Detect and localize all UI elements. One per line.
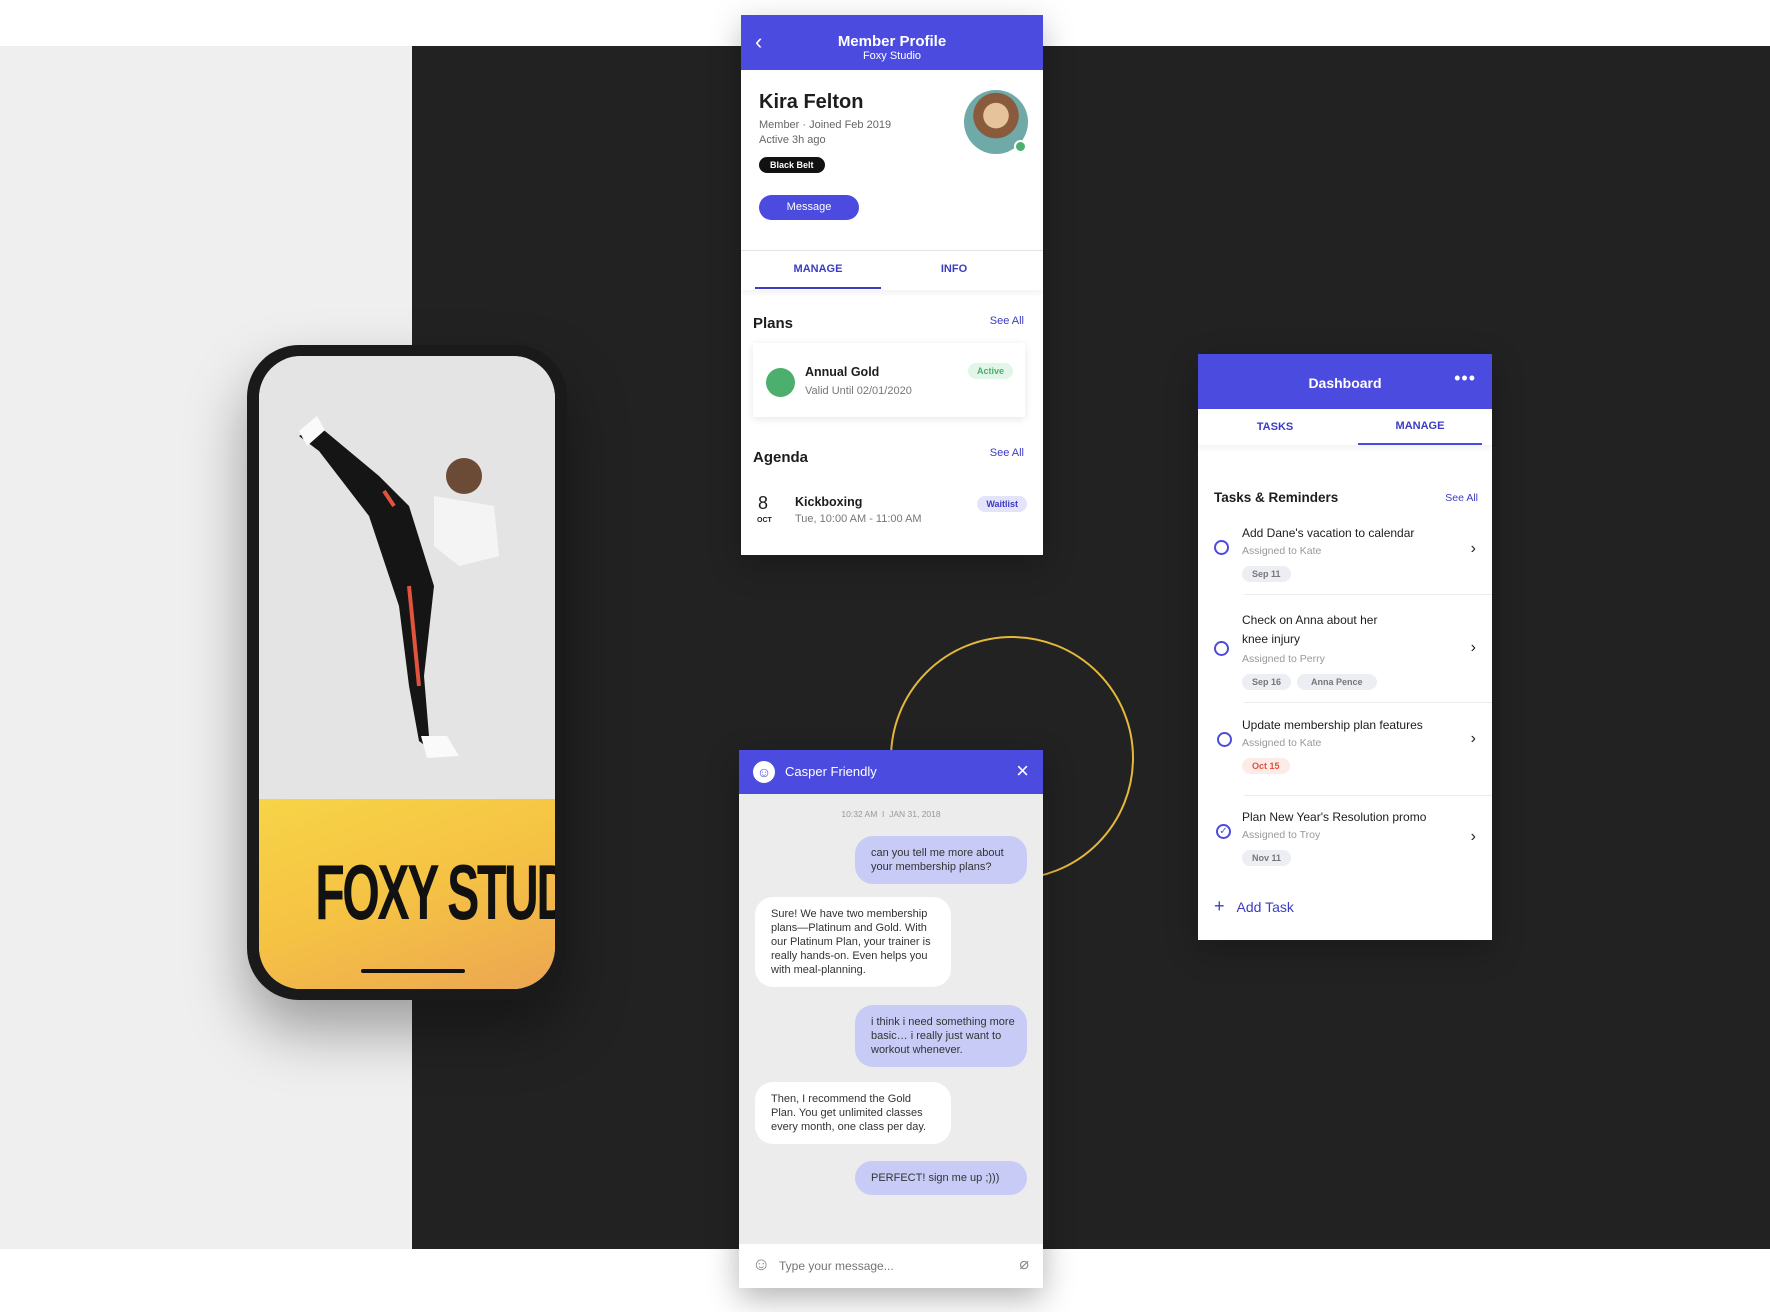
divider (1244, 702, 1492, 703)
emoji-icon[interactable]: ☺ (752, 1254, 770, 1275)
task-title: Check on Anna about her knee injury (1242, 613, 1378, 646)
tab-manage[interactable]: MANAGE (1358, 409, 1482, 445)
agenda-status-badge: Waitlist (977, 496, 1027, 512)
message-outgoing: PERFECT! sign me up ;))) (855, 1161, 1027, 1195)
plans-heading: Plans (753, 315, 794, 332)
overdue-date-tag: Oct 15 (1242, 758, 1290, 774)
task-assignee: Assigned to Kate (1242, 737, 1322, 749)
person-tag: Anna Pence (1297, 674, 1377, 690)
more-icon[interactable]: ••• (1454, 368, 1476, 389)
message-incoming: Then, I recommend the Gold Plan. You get… (755, 1082, 951, 1144)
task-tags: Sep 16 Anna Pence (1242, 672, 1383, 690)
chat-timestamp: 10:32 AM I JAN 31, 2018 (841, 809, 941, 819)
task-assignee: Assigned to Perry (1242, 653, 1325, 665)
back-icon[interactable]: ‹ (755, 29, 762, 55)
message-outgoing: i think i need something more basic… i r… (855, 1005, 1027, 1067)
foxy-studio-logo: FOXY STUDIO (315, 848, 555, 936)
plan-name: Annual Gold (805, 365, 880, 379)
agenda-heading: Agenda (753, 449, 809, 466)
agenda-see-all[interactable]: See All (990, 447, 1024, 459)
task-assignee: Assigned to Kate (1242, 545, 1322, 557)
chat-contact-name: Casper Friendly (785, 764, 877, 779)
task-checked-icon[interactable]: ✓ (1216, 824, 1231, 839)
task-checkbox[interactable] (1217, 732, 1232, 747)
task-checkbox[interactable] (1214, 540, 1229, 555)
online-status-dot (1014, 140, 1027, 153)
kickboxer-photo (259, 356, 555, 799)
divider (1244, 594, 1492, 595)
message-incoming: Sure! We have two membership plans—Plati… (755, 897, 951, 987)
task-assignee: Assigned to Troy (1242, 829, 1321, 841)
brand-panel: FOXY STUDIO (259, 799, 555, 989)
agenda-time: Tue, 10:00 AM - 11:00 AM (795, 513, 922, 525)
agenda-month: OCT (757, 517, 772, 524)
member-meta: Member · Joined Feb 2019 (759, 119, 892, 131)
background-dark (412, 46, 1770, 1249)
chevron-right-icon: › (1470, 540, 1476, 557)
agenda-day: 8 (758, 493, 769, 513)
phone-screen: FOXY STUDIO (259, 356, 555, 989)
plans-see-all[interactable]: See All (990, 315, 1024, 327)
dashboard-tabs: TASKS MANAGE (1198, 409, 1492, 445)
plan-icon (766, 368, 795, 397)
member-profile-card: ‹ Member Profile Foxy Studio Kira Felton… (741, 15, 1043, 555)
belt-badge: Black Belt (759, 157, 825, 173)
chevron-right-icon: › (1470, 828, 1476, 845)
chevron-right-icon: › (1470, 639, 1476, 656)
header-subtitle: Foxy Studio (862, 50, 922, 62)
dashboard-header: Dashboard ••• (1198, 354, 1492, 409)
attachment-icon[interactable]: ⌀ (1019, 1254, 1029, 1274)
home-indicator (361, 969, 465, 973)
task-tags: Nov 11 (1242, 848, 1297, 866)
plan-card[interactable]: Annual Gold Valid Until 02/01/2020 Activ… (753, 343, 1025, 417)
add-task-label: Add Task (1236, 899, 1294, 915)
task-checkbox[interactable] (1214, 641, 1229, 656)
task-title: Update membership plan features (1242, 718, 1423, 732)
tasks-heading: Tasks & Reminders (1214, 490, 1339, 505)
task-title: Add Dane's vacation to calendar (1242, 526, 1415, 540)
date-tag: Sep 11 (1242, 566, 1291, 582)
chevron-right-icon: › (1470, 730, 1476, 747)
tasks-see-all[interactable]: See All (1445, 492, 1478, 504)
tab-manage[interactable]: MANAGE (755, 251, 881, 289)
profile-header: ‹ Member Profile Foxy Studio (741, 15, 1043, 70)
chat-input-bar: ☺ ⌀ (739, 1244, 1043, 1288)
add-task-button[interactable]: + Add Task (1214, 896, 1294, 917)
task-title: Plan New Year's Resolution promo (1242, 810, 1427, 824)
date-tag: Nov 11 (1242, 850, 1292, 866)
agenda-event[interactable]: Kickboxing (795, 495, 862, 509)
member-active: Active 3h ago (759, 134, 826, 146)
chat-header: ☺ Casper Friendly × (739, 750, 1043, 794)
task-tags: Sep 11 (1242, 564, 1297, 582)
tab-info[interactable]: INFO (891, 251, 1017, 287)
date-tag: Sep 16 (1242, 674, 1292, 690)
bot-avatar-icon: ☺ (753, 761, 775, 783)
dashboard-title: Dashboard (1308, 375, 1382, 391)
divider (1244, 795, 1492, 796)
phone-mockup: FOXY STUDIO (247, 345, 567, 1000)
member-name: Kira Felton (759, 91, 864, 113)
tab-tasks[interactable]: TASKS (1198, 421, 1352, 433)
plan-status-badge: Active (967, 363, 1013, 379)
plus-icon: + (1214, 896, 1225, 916)
message-input[interactable] (779, 1254, 999, 1278)
close-icon[interactable]: × (1016, 758, 1029, 784)
header-title: Member Profile (837, 33, 947, 50)
message-button[interactable]: Message (759, 195, 859, 220)
plan-valid: Valid Until 02/01/2020 (805, 385, 912, 397)
message-outgoing: can you tell me more about your membersh… (855, 836, 1027, 884)
chat-window: ☺ Casper Friendly × 10:32 AM I JAN 31, 2… (739, 750, 1043, 1288)
dashboard-card: Dashboard ••• TASKS MANAGE Tasks & Remin… (1198, 354, 1492, 940)
task-tags: Oct 15 (1242, 756, 1296, 774)
profile-tabs: MANAGE INFO (741, 250, 1043, 290)
